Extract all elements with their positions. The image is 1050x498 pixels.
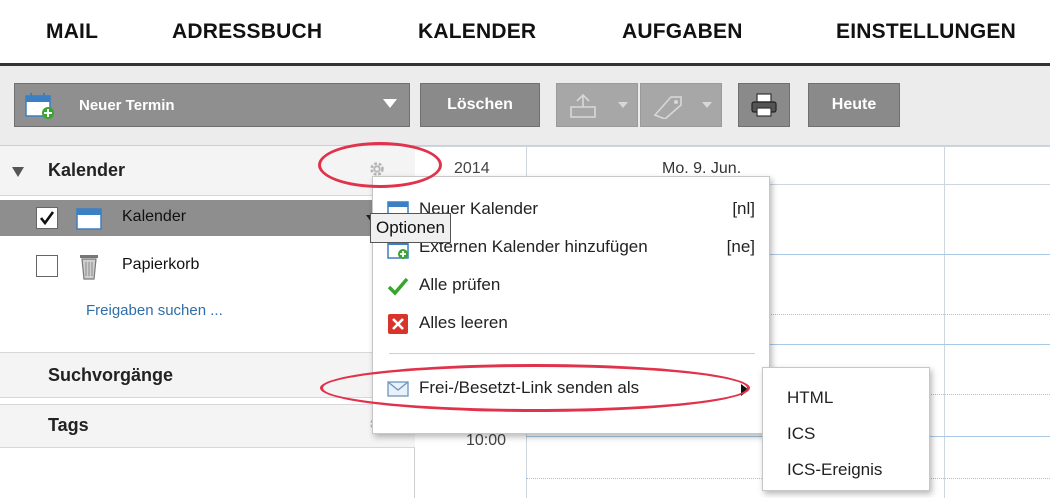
printer-icon [751,93,777,117]
calendar-item-label: Kalender [122,208,187,225]
collapse-triangle-icon[interactable] [12,167,24,177]
move-dropdown-button[interactable] [556,83,638,127]
menu-item-label: Externen Kalender hinzufügen [419,237,648,256]
menu-item-label: Alle prüfen [419,275,501,294]
calendar-item-kalender[interactable]: Kalender [0,200,390,236]
calendar-item-label: Papierkorb [122,256,200,273]
tab-mail[interactable]: MAIL [46,20,98,44]
tag-icon [653,96,682,119]
papierkorb-checkbox[interactable] [36,255,58,277]
tab-kalender[interactable]: KALENDER [418,20,536,44]
delete-label: Löschen [447,96,513,113]
submenu-item-ics-event[interactable]: ICS-Ereignis [787,460,882,480]
calendar-icon [76,208,102,230]
options-tooltip: Optionen [370,213,451,243]
header-top-line [416,146,1050,147]
kalender-checkbox[interactable] [36,207,58,229]
new-event-label: Neuer Termin [79,96,175,114]
highlight-ring-gear [318,142,442,188]
menu-item-label: Alles leeren [419,313,508,332]
time-label-10: 10:00 [466,432,507,449]
checkmark-icon [387,277,409,296]
menu-item-clear-all[interactable]: Alles leeren [373,307,771,341]
chevron-down-icon [702,102,712,108]
toolbar: Neuer Termin Löschen Heute [0,66,1050,146]
calendar-add-icon [25,93,54,119]
clear-icon [388,314,408,334]
move-icon [570,93,596,118]
new-event-button[interactable]: Neuer Termin [14,83,410,127]
today-button[interactable]: Heute [808,83,900,127]
delete-button[interactable]: Löschen [420,83,540,127]
menu-item-shortcut: [nl] [732,199,755,218]
today-label: Heute [831,96,877,113]
tab-adressbuch[interactable]: ADRESSBUCH [172,20,322,44]
trash-icon [80,255,98,280]
checkmark-icon [39,211,55,226]
chevron-down-icon [618,102,628,108]
tags-section-title: Tags [48,415,89,435]
calendar-section-title: Kalender [48,160,126,180]
top-navigation: MAIL ADRESSBUCH KALENDER AUFGABEN EINSTE… [0,0,1050,66]
highlight-ring-freebusy [320,364,750,412]
submenu-item-html[interactable]: HTML [787,388,833,408]
freebusy-format-submenu: HTML ICS ICS-Ereignis [762,367,930,491]
searches-section-title: Suchvorgänge [48,365,174,385]
submenu-item-ics[interactable]: ICS [787,424,815,444]
tags-section-header[interactable]: Tags [0,404,415,448]
tag-dropdown-button[interactable] [640,83,722,127]
find-shares-link[interactable]: Freigaben suchen ... [86,302,223,319]
dropdown-arrow-icon[interactable] [383,99,397,108]
menu-separator [389,353,755,354]
print-button[interactable] [738,83,790,127]
menu-item-shortcut: [ne] [726,237,755,256]
tab-einstellungen[interactable]: EINSTELLUNGEN [836,20,1016,44]
sidebar: Kalender Kalender Papierkorb Freigaben s… [0,146,415,498]
calendar-item-papierkorb[interactable]: Papierkorb [0,248,390,284]
tab-aufgaben[interactable]: AUFGABEN [622,20,743,44]
menu-item-check-all[interactable]: Alle prüfen [373,269,771,303]
day-column-divider [944,146,945,498]
